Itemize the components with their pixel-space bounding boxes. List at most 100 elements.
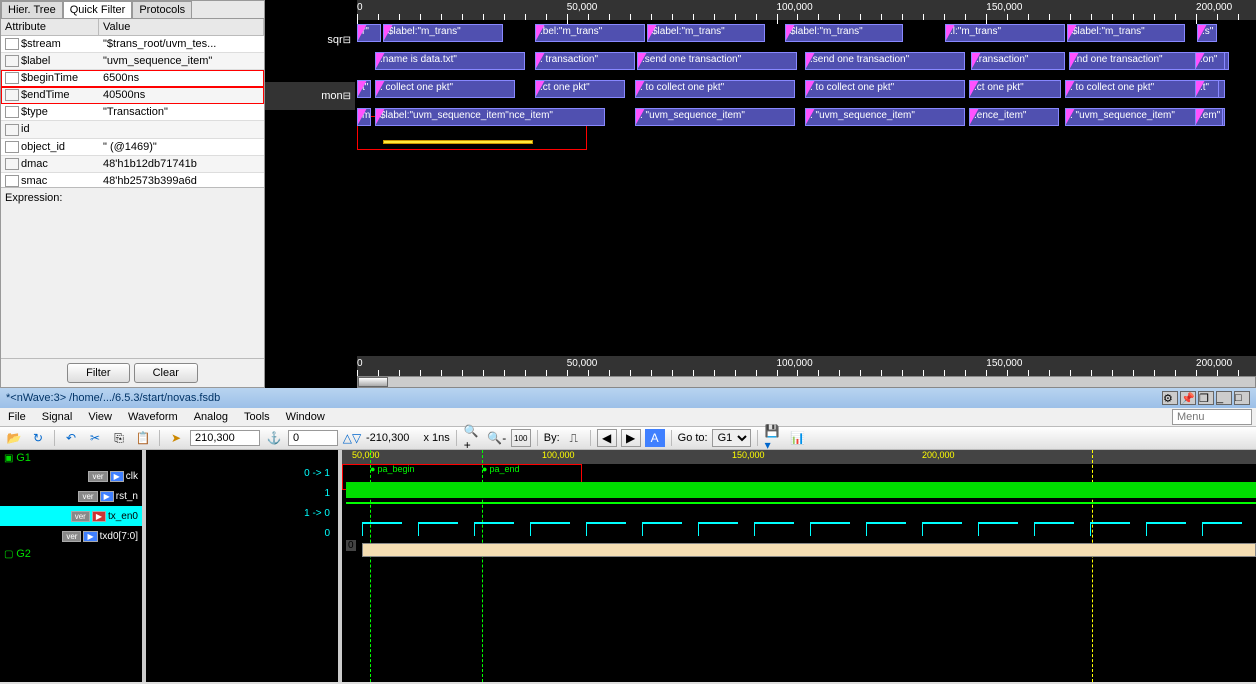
transaction-block[interactable]: . "uvm_sequence_item" (635, 108, 795, 126)
goto-select[interactable]: G1 (712, 429, 751, 447)
edge-icon[interactable]: ⎍ (564, 429, 584, 447)
row-checkbox[interactable] (5, 72, 19, 84)
prev-icon[interactable]: ◀ (597, 429, 617, 447)
signal-clk[interactable]: ver▶ clk (0, 466, 142, 486)
cut-icon[interactable]: ✂ (85, 429, 105, 447)
signal-mon[interactable]: mon⊟ (265, 82, 355, 110)
attr-row[interactable]: $type"Transaction" (1, 104, 264, 121)
h-scrollbar[interactable] (357, 376, 1256, 388)
signal-rst_n[interactable]: ver▶ rst_n (0, 486, 142, 506)
attr-row[interactable]: object_id" (@1469)" (1, 139, 264, 156)
group-g2[interactable]: ▢ G2 (0, 546, 142, 562)
transaction-waveform[interactable]: 050,000100,000150,000200,000 sqr⊟ mon⊟ r… (265, 0, 1256, 388)
attr-row[interactable]: smac48'hb2573b399a6d (1, 173, 264, 187)
cursor-icon[interactable]: ➤ (166, 429, 186, 447)
menu-waveform[interactable]: Waveform (120, 408, 186, 426)
tab-protocols[interactable]: Protocols (132, 1, 192, 18)
restore-icon[interactable]: ❐ (1198, 391, 1214, 405)
transaction-block[interactable]: t" (357, 80, 371, 98)
delta-icon[interactable]: △▽ (342, 429, 362, 447)
row-checkbox[interactable] (5, 158, 19, 170)
attr-row[interactable]: $stream"$trans_root/uvm_tes... (1, 36, 264, 53)
transaction-block[interactable]: .name is data.txt" (375, 52, 525, 70)
transaction-block[interactable]: .send one transaction" (805, 52, 965, 70)
filter-button[interactable]: Filter (67, 363, 129, 383)
attr-row[interactable]: id (1, 121, 264, 138)
transaction-block[interactable]: .t" (1195, 80, 1219, 98)
menu-tools[interactable]: Tools (236, 408, 278, 426)
save-icon[interactable]: 💾▾ (764, 429, 784, 447)
anchor-icon[interactable]: ⚓ (264, 429, 284, 447)
settings-icon[interactable]: ⚙ (1162, 391, 1178, 405)
group-g1[interactable]: ▣ G1 (0, 450, 142, 466)
transaction-block[interactable]: .ct one pkt" (969, 80, 1061, 98)
row-checkbox[interactable] (5, 55, 19, 67)
transaction-block[interactable]: . transaction" (535, 52, 635, 70)
zoom-out-icon[interactable]: 🔍- (487, 429, 507, 447)
transaction-block[interactable]: . "uvm_sequence_item" (805, 108, 965, 126)
menu-view[interactable]: View (80, 408, 120, 426)
transaction-block[interactable]: .em" (1195, 108, 1223, 126)
nwave-waveform-area[interactable]: 50,000100,000150,000200,000 pa_begin pa_… (342, 450, 1256, 682)
transaction-block[interactable]: .bel:"m_trans" (535, 24, 645, 42)
transaction-block[interactable]: $label:"m_trans" (647, 24, 765, 42)
signal-txd0[7:0][interactable]: ver▶ txd0[7:0] (0, 526, 142, 546)
copy-icon[interactable]: ⎘ (109, 429, 129, 447)
menu-signal[interactable]: Signal (34, 408, 81, 426)
ruler-bottom[interactable]: 050,000100,000150,000200,000 (357, 356, 1256, 376)
menu-window[interactable]: Window (278, 408, 333, 426)
search-mode-icon[interactable]: A (645, 429, 665, 447)
menu-search-input[interactable] (1172, 409, 1252, 425)
offset-input[interactable] (288, 430, 338, 446)
signal-sqr[interactable]: sqr⊟ (265, 26, 355, 54)
attr-table-body[interactable]: $stream"$trans_root/uvm_tes...$label"uvm… (1, 36, 264, 187)
col-value[interactable]: Value (99, 19, 264, 35)
signal-tx_en0[interactable]: ver▶ tx_en0 (0, 506, 142, 526)
zoom-100-icon[interactable]: 100 (511, 429, 531, 447)
menu-analog[interactable]: Analog (186, 408, 236, 426)
transaction-block[interactable]: .ransaction" (971, 52, 1065, 70)
transaction-block[interactable]: .ence_item" (969, 108, 1059, 126)
transaction-block[interactable]: .s" (1197, 24, 1217, 42)
transaction-block[interactable]: r" (357, 24, 381, 42)
row-checkbox[interactable] (5, 175, 19, 187)
transaction-area[interactable]: r"$label:"m_trans".bel:"m_trans"$label:"… (357, 20, 1256, 356)
pin-icon[interactable]: 📌 (1180, 391, 1196, 405)
undo-icon[interactable]: ↶ (61, 429, 81, 447)
transaction-block[interactable]: . to collect one pkt" (805, 80, 965, 98)
open-icon[interactable]: 📂 (4, 429, 24, 447)
transaction-block[interactable]: .ct one pkt" (535, 80, 625, 98)
next-icon[interactable]: ▶ (621, 429, 641, 447)
reload-icon[interactable]: ↻ (28, 429, 48, 447)
transaction-block[interactable]: .send one transaction" (637, 52, 797, 70)
app-icon[interactable]: 📊 (788, 429, 808, 447)
transaction-block[interactable]: . collect one pkt" (375, 80, 515, 98)
transaction-block[interactable]: $label:"uvm_sequence_item"nce_item" (375, 108, 605, 126)
transaction-block[interactable]: $label:"m_trans" (1067, 24, 1185, 42)
transaction-block[interactable]: $label:"m_trans" (785, 24, 903, 42)
row-checkbox[interactable] (5, 124, 19, 136)
ruler-top[interactable]: 050,000100,000150,000200,000 (357, 0, 1256, 20)
attr-row[interactable]: $beginTime6500ns (1, 70, 264, 87)
transaction-block[interactable]: .l:"m_trans" (945, 24, 1065, 42)
cursor-time-input[interactable] (190, 430, 260, 446)
clear-button[interactable]: Clear (134, 363, 198, 383)
attr-row[interactable]: $label"uvm_sequence_item" (1, 53, 264, 70)
transaction-block[interactable]: $label:"m_trans" (383, 24, 503, 42)
row-checkbox[interactable] (5, 89, 19, 101)
row-checkbox[interactable] (5, 106, 19, 118)
col-attribute[interactable]: Attribute (1, 19, 99, 35)
nwave-ruler[interactable]: 50,000100,000150,000200,000 (342, 450, 1256, 464)
row-checkbox[interactable] (5, 38, 19, 50)
transaction-block[interactable]: .on" (1195, 52, 1225, 70)
zoom-in-icon[interactable]: 🔍+ (463, 429, 483, 447)
minimize-icon[interactable]: _ (1216, 391, 1232, 405)
paste-icon[interactable]: 📋 (133, 429, 153, 447)
maximize-icon[interactable]: □ (1234, 391, 1250, 405)
row-checkbox[interactable] (5, 141, 19, 153)
tab-hier-tree[interactable]: Hier. Tree (1, 1, 63, 18)
nwave-signal-list[interactable]: ▣ G1 ver▶ clkver▶ rst_nver▶ tx_en0ver▶ t… (0, 450, 146, 682)
attr-row[interactable]: $endTime40500ns (1, 87, 264, 104)
menu-file[interactable]: File (0, 408, 34, 426)
scrollbar-thumb[interactable] (358, 377, 388, 387)
